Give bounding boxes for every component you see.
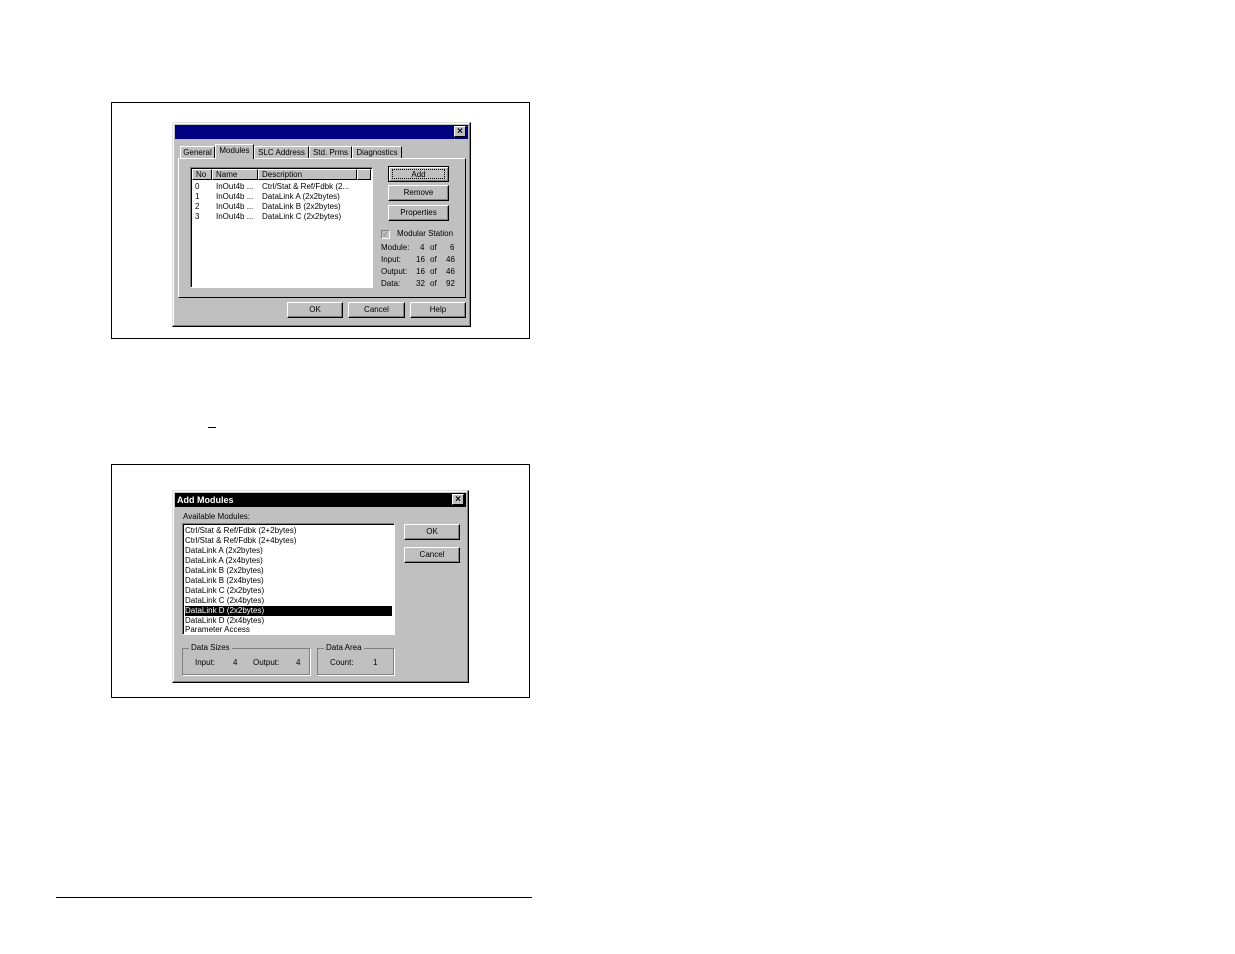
tab-general-label: General [183, 148, 212, 157]
row-no: 1 [195, 192, 200, 201]
ok-button-label: OK [426, 527, 438, 536]
row-no: 2 [195, 202, 200, 211]
table-row[interactable]: 0 InOut4b ... Ctrl/Stat & Ref/Fdbk (2... [191, 182, 371, 192]
tab-modules-label: Modules [219, 146, 250, 155]
cancel-button-label: Cancel [419, 550, 445, 559]
row-description: DataLink A (2x2bytes) [262, 192, 340, 201]
footer-rule [56, 897, 532, 898]
close-icon[interactable]: × [452, 494, 464, 505]
modular-station-checkbox[interactable]: ✓ [381, 230, 390, 239]
ok-button[interactable]: OK [404, 524, 460, 540]
properties-dialog: × General Modules SLC Address Std. Prms … [172, 122, 471, 327]
column-header-description[interactable]: Description [258, 169, 357, 180]
stat-value: 32 [416, 279, 425, 288]
stat-of: of [430, 243, 437, 252]
stat-of: of [430, 267, 437, 276]
stats-block: Module: 4 of 6 Input: 16 of 46 Output: 1… [381, 243, 461, 293]
cancel-button-label: Cancel [364, 305, 389, 314]
list-item[interactable]: DataLink C (2x4bytes) [185, 596, 264, 606]
ok-button[interactable]: OK [287, 302, 343, 318]
tab-std-prms-label: Std. Prms [312, 148, 349, 157]
ok-button-label: OK [309, 305, 321, 314]
stat-of: of [430, 255, 437, 264]
stat-label: Data: [381, 279, 401, 288]
row-name: InOut4b ... [216, 192, 254, 201]
list-item[interactable]: DataLink B (2x2bytes) [185, 566, 264, 576]
available-modules-list[interactable]: Ctrl/Stat & Ref/Fdbk (2+2bytes) Ctrl/Sta… [182, 523, 395, 635]
add-button[interactable]: Add [388, 166, 449, 182]
list-item[interactable]: DataLink A (2x2bytes) [185, 546, 263, 556]
dialog-titlebar: × [175, 125, 468, 139]
available-modules-label: Available Modules: [183, 512, 251, 521]
help-button-label: Help [429, 305, 447, 314]
short-dash [208, 427, 216, 428]
close-icon[interactable]: × [454, 126, 466, 137]
stat-max: 92 [446, 279, 455, 288]
stat-max: 46 [446, 255, 455, 264]
row-name: InOut4b ... [216, 182, 254, 191]
data-sizes-legend: Data Sizes [189, 643, 232, 653]
tab-slc-address-label: SLC Address [258, 148, 305, 157]
count-value: 1 [373, 658, 378, 667]
stat-value: 4 [420, 243, 425, 252]
stat-of: of [430, 279, 437, 288]
data-sizes-group: Data Sizes Input: 4 Output: 4 [182, 643, 310, 675]
tab-diagnostics-label: Diagnostics [356, 148, 398, 157]
row-no: 3 [195, 212, 200, 221]
column-header-filler [357, 169, 371, 180]
input-size-label: Input: [195, 658, 216, 667]
properties-button-label: Properties [400, 208, 437, 217]
cancel-button[interactable]: Cancel [404, 547, 460, 563]
input-size-value: 4 [233, 658, 238, 667]
stat-value: 16 [416, 255, 425, 264]
row-name: InOut4b ... [216, 212, 254, 221]
tab-modules[interactable]: Modules [215, 144, 254, 159]
modular-station-label: Modular Station [397, 229, 454, 238]
stat-max: 46 [446, 267, 455, 276]
properties-button[interactable]: Properties [388, 205, 449, 221]
count-label: Count: [330, 658, 354, 667]
dialog-title: Add Modules [177, 495, 234, 505]
row-description: DataLink C (2x2bytes) [262, 212, 342, 221]
data-area-legend: Data Area [324, 643, 364, 653]
column-header-name[interactable]: Name [212, 169, 258, 180]
list-item[interactable]: DataLink B (2x4bytes) [185, 576, 264, 586]
output-size-label: Output: [253, 658, 280, 667]
column-no-label: No [196, 170, 207, 179]
list-item[interactable]: Ctrl/Stat & Ref/Fdbk (2+2bytes) [185, 526, 296, 536]
column-description-label: Description [262, 170, 303, 179]
help-button[interactable]: Help [410, 302, 466, 318]
modules-panel: No Name Description 0 InOut4b ... Ctrl/S… [178, 158, 466, 298]
dialog-titlebar: Add Modules × [175, 493, 466, 507]
data-area-group: Data Area Count: 1 [317, 643, 394, 675]
stat-label: Module: [381, 243, 410, 252]
stat-max: 6 [450, 243, 455, 252]
column-header-no[interactable]: No [192, 169, 212, 180]
stat-label: Output: [381, 267, 408, 276]
table-row[interactable]: 2 InOut4b ... DataLink B (2x2bytes) [191, 202, 371, 212]
add-button-label: Add [411, 170, 426, 179]
table-row[interactable]: 3 InOut4b ... DataLink C (2x2bytes) [191, 212, 371, 222]
figure-1-frame: × General Modules SLC Address Std. Prms … [111, 102, 530, 339]
row-name: InOut4b ... [216, 202, 254, 211]
table-row[interactable]: 1 InOut4b ... DataLink A (2x2bytes) [191, 192, 371, 202]
remove-button[interactable]: Remove [388, 185, 449, 201]
row-no: 0 [195, 182, 200, 191]
column-name-label: Name [216, 170, 238, 179]
list-item-selected[interactable]: DataLink D (2x2bytes) [185, 606, 392, 616]
list-item[interactable]: Parameter Access [185, 625, 250, 635]
modules-list[interactable]: No Name Description 0 InOut4b ... Ctrl/S… [190, 167, 373, 288]
figure-2-frame: Add Modules × Available Modules: Ctrl/St… [111, 464, 530, 698]
output-size-value: 4 [296, 658, 301, 667]
add-modules-dialog: Add Modules × Available Modules: Ctrl/St… [172, 490, 469, 683]
row-description: DataLink B (2x2bytes) [262, 202, 341, 211]
remove-button-label: Remove [403, 188, 434, 197]
row-description: Ctrl/Stat & Ref/Fdbk (2... [262, 182, 350, 191]
list-item[interactable]: DataLink A (2x4bytes) [185, 556, 263, 566]
list-item[interactable]: Ctrl/Stat & Ref/Fdbk (2+4bytes) [185, 536, 296, 546]
list-item[interactable]: DataLink C (2x2bytes) [185, 586, 264, 596]
cancel-button[interactable]: Cancel [348, 302, 405, 318]
stat-label: Input: [381, 255, 402, 264]
stat-value: 16 [416, 267, 425, 276]
